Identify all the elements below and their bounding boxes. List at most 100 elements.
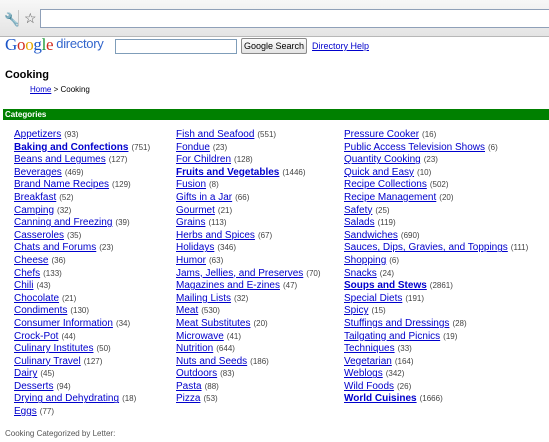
category-item: Nutrition (644) bbox=[176, 343, 321, 356]
categorized-by-letter-label: Cooking Categorized by Letter: bbox=[5, 429, 116, 438]
category-item: Breakfast (52) bbox=[14, 192, 150, 205]
category-link[interactable]: Quantity Cooking bbox=[344, 154, 421, 165]
category-link[interactable]: Sauces, Dips, Gravies, and Toppings bbox=[344, 242, 508, 253]
category-link[interactable]: Beans and Legumes bbox=[14, 154, 106, 165]
category-column-3: Pressure Cooker (16) Public Access Televis… bbox=[344, 129, 528, 406]
category-link[interactable]: Safety bbox=[344, 205, 372, 216]
category-count: (47) bbox=[282, 281, 298, 291]
category-link[interactable]: Recipe Management bbox=[344, 192, 436, 203]
category-link[interactable]: World Cuisines bbox=[344, 393, 417, 404]
category-item: Holidays (346) bbox=[176, 242, 321, 255]
category-link[interactable]: Salads bbox=[344, 217, 375, 228]
category-link[interactable]: Condiments bbox=[14, 305, 67, 316]
category-link[interactable]: Humor bbox=[176, 255, 206, 266]
category-item: Baking and Confections (751) bbox=[14, 142, 150, 155]
category-link[interactable]: Pizza bbox=[176, 393, 200, 404]
category-count: (346) bbox=[217, 243, 237, 253]
category-link[interactable]: Snacks bbox=[344, 268, 377, 279]
category-count: (70) bbox=[306, 268, 321, 278]
category-count: (32) bbox=[234, 293, 249, 303]
category-link[interactable]: Culinary Travel bbox=[14, 356, 81, 367]
google-directory-logo[interactable]: Google directory bbox=[5, 35, 104, 55]
category-link[interactable]: Holidays bbox=[176, 242, 214, 253]
category-item: Public Access Television Shows (6) bbox=[344, 142, 528, 155]
category-link[interactable]: Outdoors bbox=[176, 368, 217, 379]
category-link[interactable]: Soups and Stews bbox=[344, 280, 427, 291]
category-link[interactable]: Cheese bbox=[14, 255, 48, 266]
category-link[interactable]: Brand Name Recipes bbox=[14, 179, 109, 190]
category-item: Dairy (45) bbox=[14, 368, 150, 381]
category-link[interactable]: Herbs and Spices bbox=[176, 230, 255, 241]
search-input[interactable] bbox=[115, 39, 237, 54]
category-link[interactable]: Camping bbox=[14, 205, 54, 216]
category-link[interactable]: Fondue bbox=[176, 142, 210, 153]
category-link[interactable]: Culinary Institutes bbox=[14, 343, 93, 354]
category-link[interactable]: Meat bbox=[176, 305, 198, 316]
category-link[interactable]: Sandwiches bbox=[344, 230, 398, 241]
category-link[interactable]: Pasta bbox=[176, 381, 202, 392]
category-link[interactable]: Special Diets bbox=[344, 293, 402, 304]
category-link[interactable]: Desserts bbox=[14, 381, 53, 392]
category-link[interactable]: Microwave bbox=[176, 331, 224, 342]
category-link[interactable]: Chefs bbox=[14, 268, 40, 279]
logo-letter: e bbox=[46, 35, 54, 54]
category-link[interactable]: Nuts and Seeds bbox=[176, 356, 247, 367]
category-link[interactable]: Public Access Television Shows bbox=[344, 142, 485, 153]
category-link[interactable]: Nutrition bbox=[176, 343, 213, 354]
category-item: Recipe Collections (502) bbox=[344, 179, 528, 192]
category-link[interactable]: Breakfast bbox=[14, 192, 56, 203]
category-link[interactable]: Chili bbox=[14, 280, 33, 291]
google-search-button[interactable]: Google Search bbox=[241, 38, 307, 54]
category-link[interactable]: Vegetarian bbox=[344, 356, 392, 367]
breadcrumb-separator: > bbox=[53, 85, 59, 94]
category-count: (28) bbox=[452, 318, 467, 328]
category-link[interactable]: Grains bbox=[176, 217, 205, 228]
category-link[interactable]: Beverages bbox=[14, 167, 62, 178]
category-item: Techniques (33) bbox=[344, 343, 528, 356]
category-item: Beans and Legumes (127) bbox=[14, 154, 150, 167]
category-item: Consumer Information (34) bbox=[14, 318, 150, 331]
category-link[interactable]: Fish and Seafood bbox=[176, 129, 254, 140]
category-link[interactable]: Weblogs bbox=[344, 368, 383, 379]
category-link[interactable]: Gifts in a Jar bbox=[176, 192, 232, 203]
category-link[interactable]: Canning and Freezing bbox=[14, 217, 112, 228]
category-link[interactable]: Chocolate bbox=[14, 293, 59, 304]
category-link[interactable]: Recipe Collections bbox=[344, 179, 427, 190]
category-link[interactable]: Magazines and E-zines bbox=[176, 280, 280, 291]
category-count: (2861) bbox=[429, 281, 453, 291]
category-link[interactable]: Appetizers bbox=[14, 129, 61, 140]
category-link[interactable]: Tailgating and Picnics bbox=[344, 331, 440, 342]
category-link[interactable]: Eggs bbox=[14, 406, 37, 417]
category-count: (83) bbox=[220, 369, 235, 379]
category-link[interactable]: Jams, Jellies, and Preserves bbox=[176, 268, 303, 279]
address-bar[interactable] bbox=[40, 9, 549, 28]
category-link[interactable]: Mailing Lists bbox=[176, 293, 231, 304]
breadcrumb-home-link[interactable]: Home bbox=[30, 85, 51, 94]
category-count: (88) bbox=[204, 381, 219, 391]
category-link[interactable]: Dairy bbox=[14, 368, 37, 379]
category-link[interactable]: For Children bbox=[176, 154, 231, 165]
category-count: (119) bbox=[377, 218, 396, 228]
category-link[interactable]: Drying and Dehydrating bbox=[14, 393, 119, 404]
category-link[interactable]: Pressure Cooker bbox=[344, 129, 419, 140]
category-link[interactable]: Casseroles bbox=[14, 230, 64, 241]
category-link[interactable]: Techniques bbox=[344, 343, 395, 354]
category-link[interactable]: Fusion bbox=[176, 179, 206, 190]
category-link[interactable]: Stuffings and Dressings bbox=[344, 318, 449, 329]
category-count: (45) bbox=[40, 369, 55, 379]
category-link[interactable]: Baking and Confections bbox=[14, 142, 128, 153]
category-link[interactable]: Shopping bbox=[344, 255, 386, 266]
category-link[interactable]: Crock-Pot bbox=[14, 331, 58, 342]
category-link[interactable]: Chats and Forums bbox=[14, 242, 96, 253]
category-link[interactable]: Gourmet bbox=[176, 205, 215, 216]
category-link[interactable]: Consumer Information bbox=[14, 318, 113, 329]
category-item: Pasta (88) bbox=[176, 381, 321, 394]
category-link[interactable]: Quick and Easy bbox=[344, 167, 414, 178]
star-icon[interactable]: ☆ bbox=[24, 10, 37, 27]
directory-help-link[interactable]: Directory Help bbox=[312, 41, 369, 51]
category-count: (133) bbox=[43, 268, 62, 278]
category-link[interactable]: Wild Foods bbox=[344, 381, 394, 392]
category-link[interactable]: Spicy bbox=[344, 305, 368, 316]
category-link[interactable]: Fruits and Vegetables bbox=[176, 167, 279, 178]
category-link[interactable]: Meat Substitutes bbox=[176, 318, 250, 329]
